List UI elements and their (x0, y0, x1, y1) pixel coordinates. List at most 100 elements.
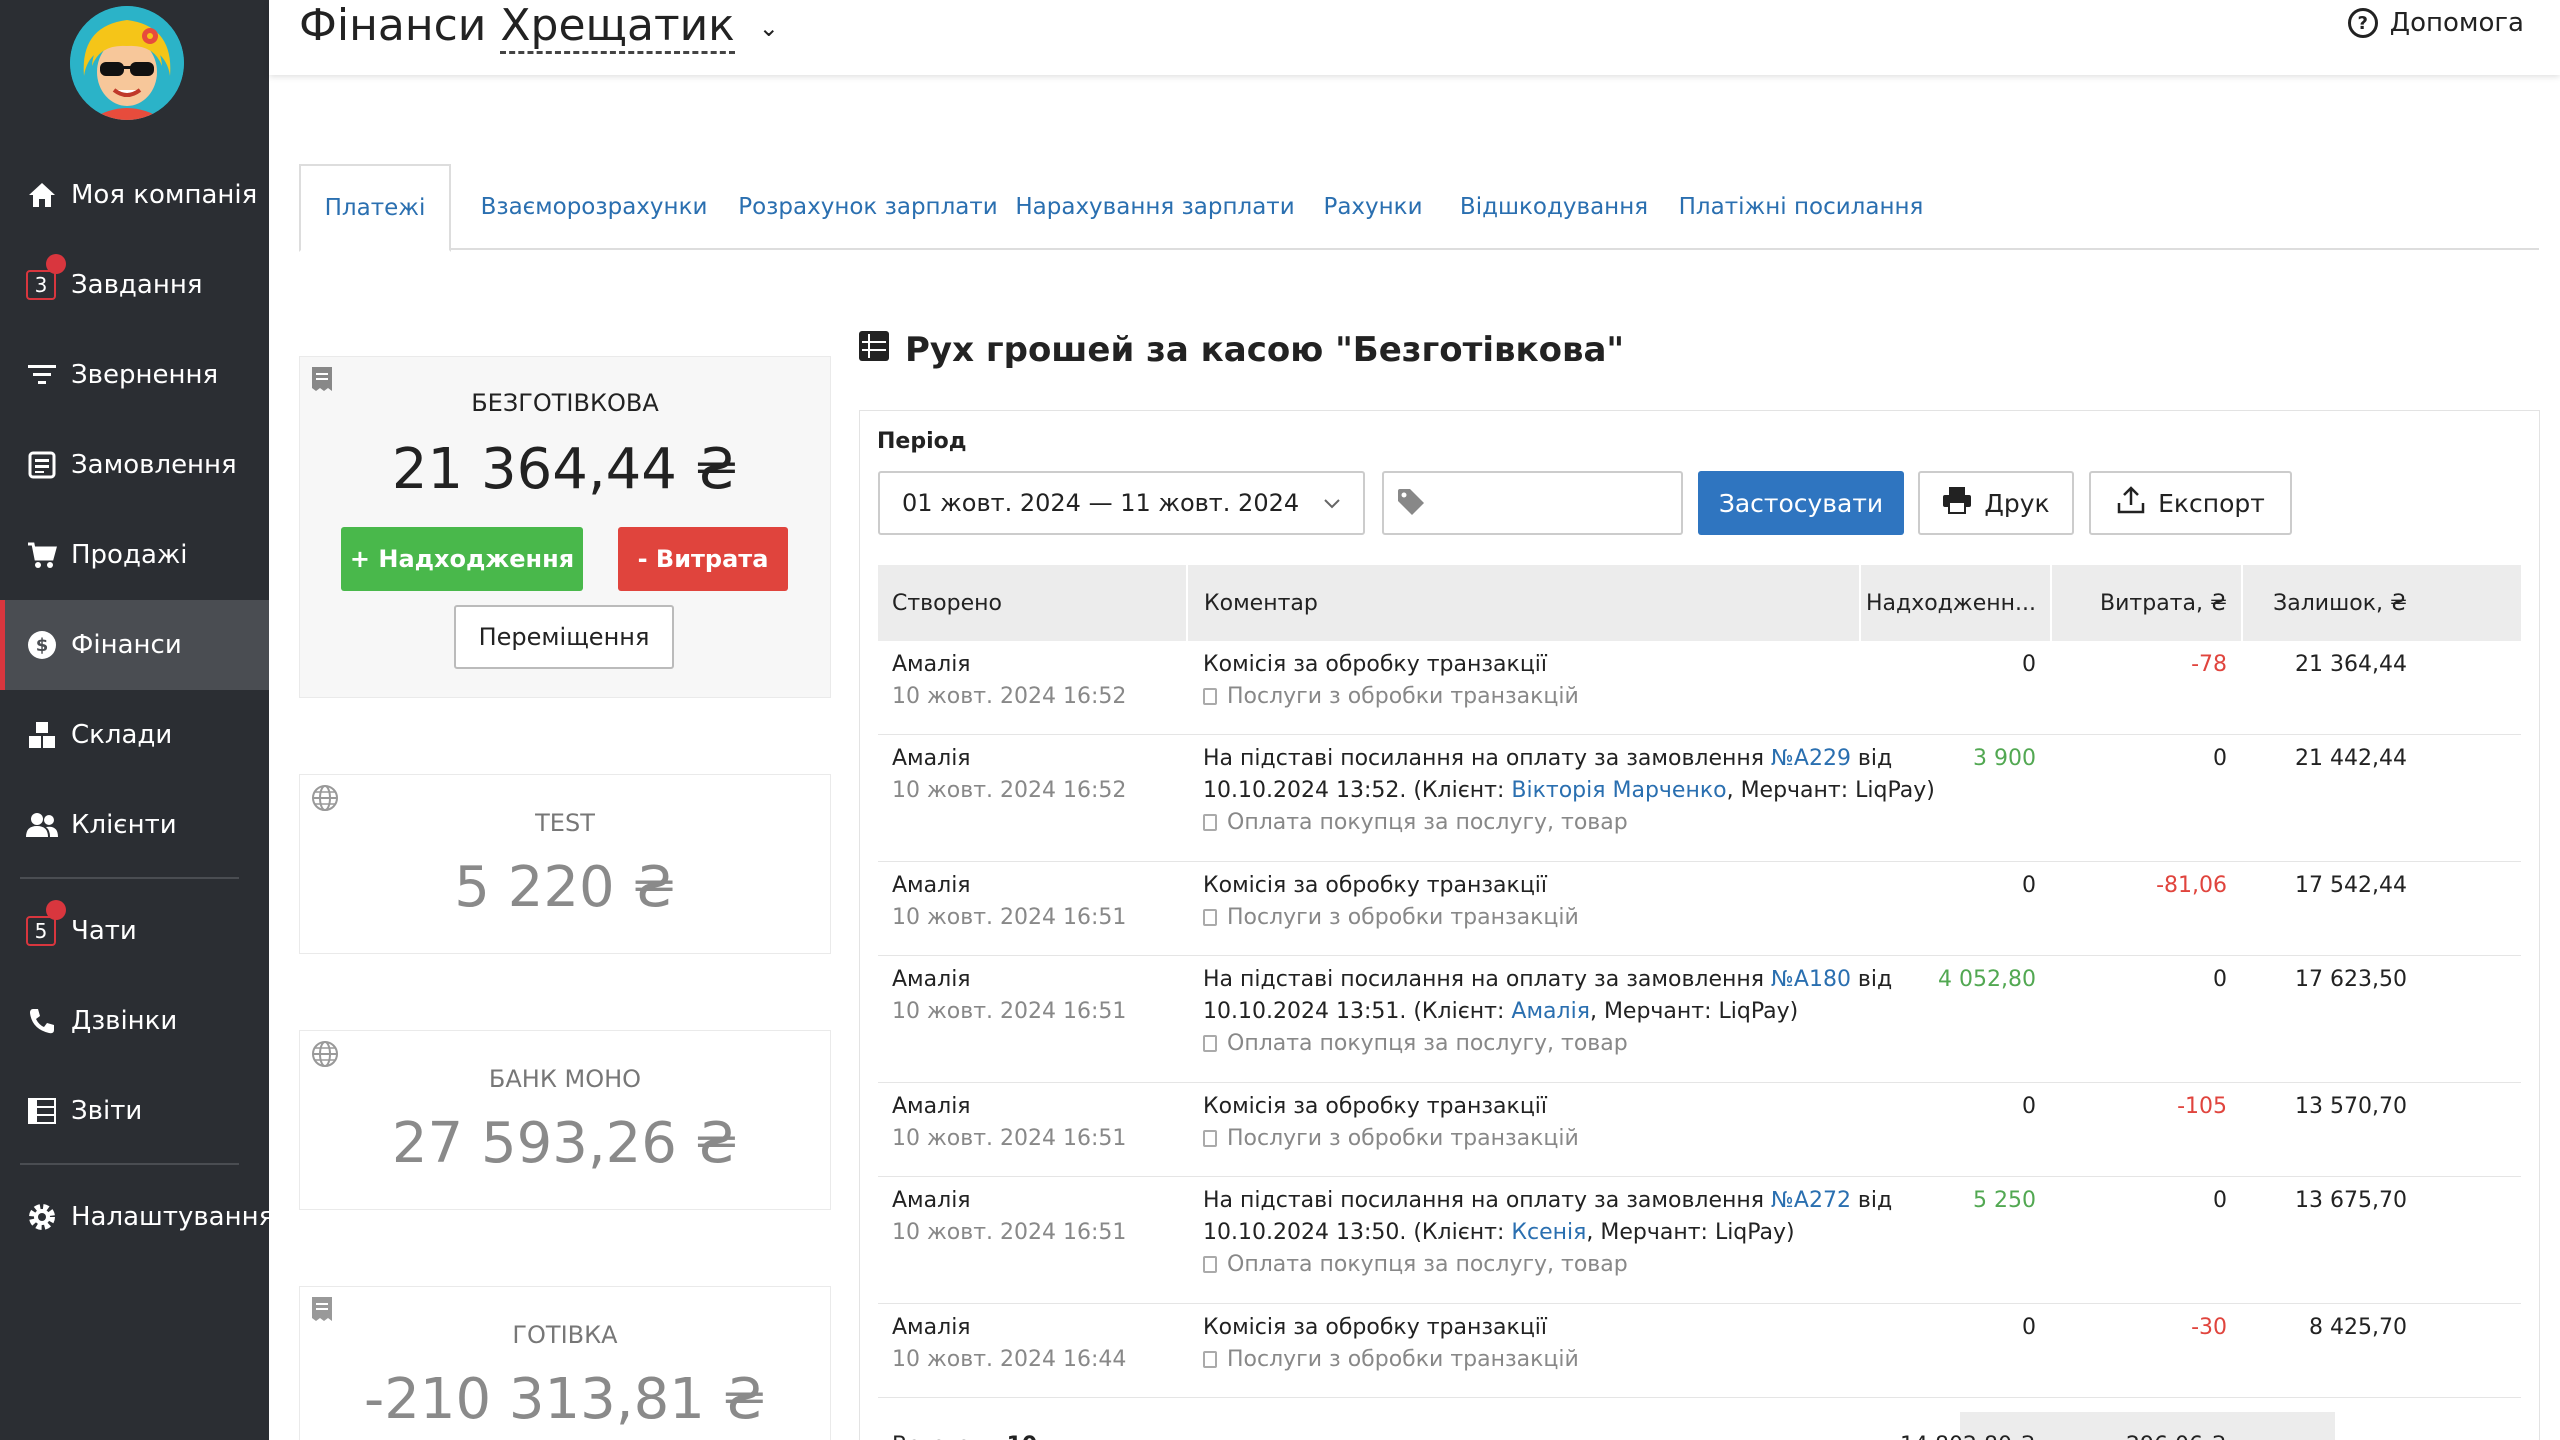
home-icon (24, 177, 60, 213)
document-icon (1203, 1035, 1217, 1052)
row-income: 5 250 (1973, 1188, 2036, 1213)
chevron-down-icon (1323, 491, 1341, 515)
row-author: Амалія (892, 652, 971, 677)
category-text: Послуги з обробки транзакцій (1227, 1126, 1579, 1151)
table-row[interactable]: Амалія 10 жовт. 2024 16:44 Комісія за обро… (878, 1304, 2521, 1398)
comment-text: 10.10.2024 13:50. (Клієнт: (1203, 1220, 1512, 1245)
row-balance: 8 425,70 (2309, 1315, 2407, 1340)
tab-settlements[interactable]: Взаєморозрахунки (473, 164, 715, 250)
table-row[interactable]: Амалія 10 жовт. 2024 16:51 Комісія за обро… (878, 862, 2521, 956)
sidebar-item-warehouses[interactable]: Склади (0, 690, 269, 780)
row-comment: Комісія за обробку транзакції Послуги з о… (1203, 1091, 1579, 1155)
question-icon: ? (2347, 8, 2378, 38)
sidebar-item-label: Чати (71, 916, 137, 946)
period-label: Період (877, 429, 967, 454)
client-link[interactable]: Вікторія Марченко (1511, 778, 1726, 803)
row-date: 10 жовт. 2024 16:51 (892, 1126, 1127, 1151)
sidebar-item-finance[interactable]: $ Фінанси (0, 600, 269, 690)
sidebar-item-tasks[interactable]: 3 Завдання (0, 240, 269, 330)
order-link[interactable]: №A229 (1771, 746, 1851, 771)
period-date-range[interactable]: 01 жовт. 2024 — 11 жовт. 2024 (878, 471, 1365, 535)
sidebar-item-requests[interactable]: Звернення (0, 330, 269, 420)
company-switcher[interactable]: Фінанси Хрещатик ⌄ (299, 0, 779, 54)
help-link[interactable]: ? Допомога (2347, 8, 2524, 38)
tab-payroll-accrual[interactable]: Нарахування зарплати (1015, 164, 1294, 250)
tab-payment-links[interactable]: Платіжні посилання (1673, 164, 1929, 250)
tag-filter-input[interactable] (1382, 471, 1683, 535)
sidebar-item-chats[interactable]: 5 Чати (0, 886, 269, 976)
comment-line: 10.10.2024 13:51. (Клієнт: Амалія, Мерча… (1203, 996, 1892, 1028)
row-author: Амалія (892, 873, 971, 898)
table-row[interactable]: Амалія 10 жовт. 2024 16:52 Комісія за обро… (878, 641, 2521, 735)
cash-title: TEST (535, 809, 595, 837)
table-row[interactable]: Амалія 10 жовт. 2024 16:52 На підставі пос… (878, 735, 2521, 862)
warehouse-icon (24, 717, 60, 753)
table-row[interactable]: Амалія 10 жовт. 2024 16:51 На підставі пос… (878, 1177, 2521, 1304)
total-expense: -296,06 ₴ (2050, 1430, 2227, 1440)
row-expense: -105 (2177, 1094, 2227, 1119)
add-income-button[interactable]: + Надходження (341, 527, 583, 591)
cash-card-mono[interactable]: БАНК МОНО 27 593,26 ₴ (299, 1030, 831, 1210)
table-row[interactable]: Амалія 10 жовт. 2024 16:51 Комісія за обро… (878, 1083, 2521, 1177)
tab-payments[interactable]: Платежі (299, 164, 451, 252)
column-income[interactable]: Надходженн... (1859, 565, 2050, 641)
notification-dot (46, 254, 66, 274)
client-link[interactable]: Амалія (1511, 999, 1590, 1024)
category-text: Послуги з обробки транзакцій (1227, 1347, 1579, 1372)
row-expense: -81,06 (2156, 873, 2227, 898)
cash-card-test[interactable]: TEST 5 220 ₴ (299, 774, 831, 954)
export-button[interactable]: Експорт (2089, 471, 2292, 535)
sidebar-item-sales[interactable]: Продажі (0, 510, 269, 600)
row-income: 0 (2022, 652, 2036, 677)
order-link[interactable]: №A180 (1771, 967, 1851, 992)
period-value: 01 жовт. 2024 — 11 жовт. 2024 (902, 489, 1300, 517)
row-expense: 0 (2213, 746, 2227, 771)
column-created[interactable]: Створено (878, 565, 1186, 641)
cash-card-cash[interactable]: ГОТІВКА -210 313,81 ₴ (299, 1286, 831, 1440)
table-row[interactable]: Амалія 10 жовт. 2024 16:51 На підставі пос… (878, 956, 2521, 1083)
column-balance[interactable]: Залишок, ₴ (2241, 565, 2421, 641)
column-expense[interactable]: Витрата, ₴ (2050, 565, 2241, 641)
document-icon (1203, 1351, 1217, 1368)
cash-amount: -210 313,81 ₴ (364, 1367, 766, 1432)
sidebar-item-my-company[interactable]: Моя компанія (0, 150, 269, 240)
panel-title-text: Рух грошей за касою "Безготівкова" (905, 330, 1625, 370)
column-comment[interactable]: Коментар (1186, 565, 1859, 641)
tab-payroll-calc[interactable]: Розрахунок зарплати (737, 164, 999, 250)
sidebar-item-label: Звіти (71, 1096, 143, 1126)
sidebar-item-settings[interactable]: Налаштування (0, 1172, 274, 1262)
document-icon (1203, 1130, 1217, 1147)
comment-line: На підставі посилання на оплату за замов… (1203, 964, 1892, 996)
sidebar-item-clients[interactable]: Клієнти (0, 780, 269, 870)
comment-text: 10.10.2024 13:51. (Клієнт: (1203, 999, 1512, 1024)
avatar[interactable] (70, 6, 184, 120)
comment-line: 10.10.2024 13:50. (Клієнт: Ксенія, Мерча… (1203, 1217, 1892, 1249)
comment-text: , Мерчант: LiqPay) (1726, 778, 1935, 803)
tab-refunds[interactable]: Відшкодування (1457, 164, 1651, 250)
tab-invoices[interactable]: Рахунки (1311, 164, 1435, 250)
order-link[interactable]: №A272 (1771, 1188, 1851, 1213)
comment-line: На підставі посилання на оплату за замов… (1203, 743, 1935, 775)
row-comment: Комісія за обробку транзакції Послуги з о… (1203, 1312, 1579, 1376)
chats-badge: 5 (26, 916, 56, 946)
add-expense-button[interactable]: - Витрата (618, 527, 788, 591)
comment-category: Послуги з обробки транзакцій (1203, 1123, 1579, 1155)
total-income: 14 802,80 ₴ (1859, 1430, 2036, 1440)
sidebar-divider (20, 1163, 239, 1165)
notification-dot (46, 900, 66, 920)
row-comment: На підставі посилання на оплату за замов… (1203, 1185, 1892, 1281)
sidebar-item-calls[interactable]: Дзвінки (0, 976, 269, 1066)
cash-card-cashless[interactable]: БЕЗГОТІВКОВА 21 364,44 ₴ + Надходження -… (299, 356, 831, 698)
sidebar-item-reports[interactable]: Звіти (0, 1066, 269, 1156)
print-button[interactable]: Друк (1918, 471, 2074, 535)
filter-icon (24, 357, 60, 393)
sidebar-item-label: Замовлення (71, 450, 237, 480)
panel-title: Рух грошей за касою "Безготівкова" (859, 330, 1624, 370)
sidebar-item-orders[interactable]: Замовлення (0, 420, 269, 510)
apply-button[interactable]: Застосувати (1698, 471, 1904, 535)
category-text: Послуги з обробки транзакцій (1227, 684, 1579, 709)
client-link[interactable]: Ксенія (1511, 1220, 1586, 1245)
transfer-button[interactable]: Переміщення (454, 605, 674, 669)
row-expense: -30 (2191, 1315, 2227, 1340)
sidebar-item-label: Склади (71, 720, 173, 750)
